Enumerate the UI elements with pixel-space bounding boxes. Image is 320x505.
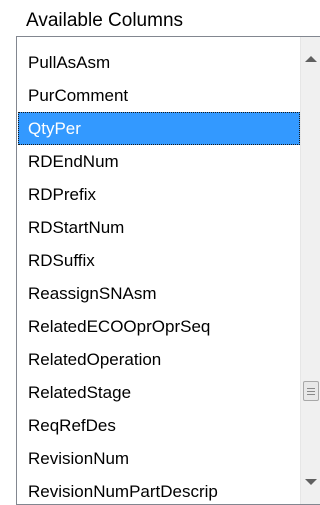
grip-icon (307, 390, 315, 392)
list-item[interactable]: ReqRefDes (18, 409, 300, 442)
list-item[interactable]: RDEndNum (18, 145, 300, 178)
list-item[interactable]: RevisionNum (18, 442, 300, 475)
list-item[interactable]: ReassignSNAsm (18, 277, 300, 310)
arrow-down-icon (305, 479, 317, 485)
list-item[interactable]: PullAsAsm (18, 46, 300, 79)
arrow-up-icon (305, 56, 317, 62)
columns-list: PullAsAsm PurComment QtyPer RDEndNum RDPrefi… (18, 46, 300, 504)
scroll-up-button[interactable] (301, 47, 320, 71)
vertical-scrollbar[interactable] (300, 37, 320, 504)
list-item[interactable]: RDPrefix (18, 178, 300, 211)
scroll-down-button[interactable] (301, 470, 320, 494)
available-columns-listbox[interactable]: PullAsAsm PurComment QtyPer RDEndNum RDPrefi… (16, 36, 320, 505)
grip-icon (307, 387, 315, 389)
list-item[interactable]: RelatedOperation (18, 343, 300, 376)
list-item[interactable]: QtyPer (18, 112, 300, 145)
grip-icon (307, 393, 315, 395)
list-item[interactable]: RevisionNumPartDescrip (18, 475, 300, 504)
panel-title: Available Columns (26, 10, 184, 31)
list-item[interactable]: PurComment (18, 79, 300, 112)
scroll-track[interactable] (301, 73, 320, 468)
list-item[interactable]: RDSuffix (18, 244, 300, 277)
scroll-thumb[interactable] (303, 381, 319, 401)
list-item[interactable]: RelatedStage (18, 376, 300, 409)
list-item[interactable]: RDStartNum (18, 211, 300, 244)
list-item[interactable]: RelatedECOOprOprSeq (18, 310, 300, 343)
available-columns-panel: Available Columns PullAsAsm PurComment Qty… (0, 0, 320, 505)
